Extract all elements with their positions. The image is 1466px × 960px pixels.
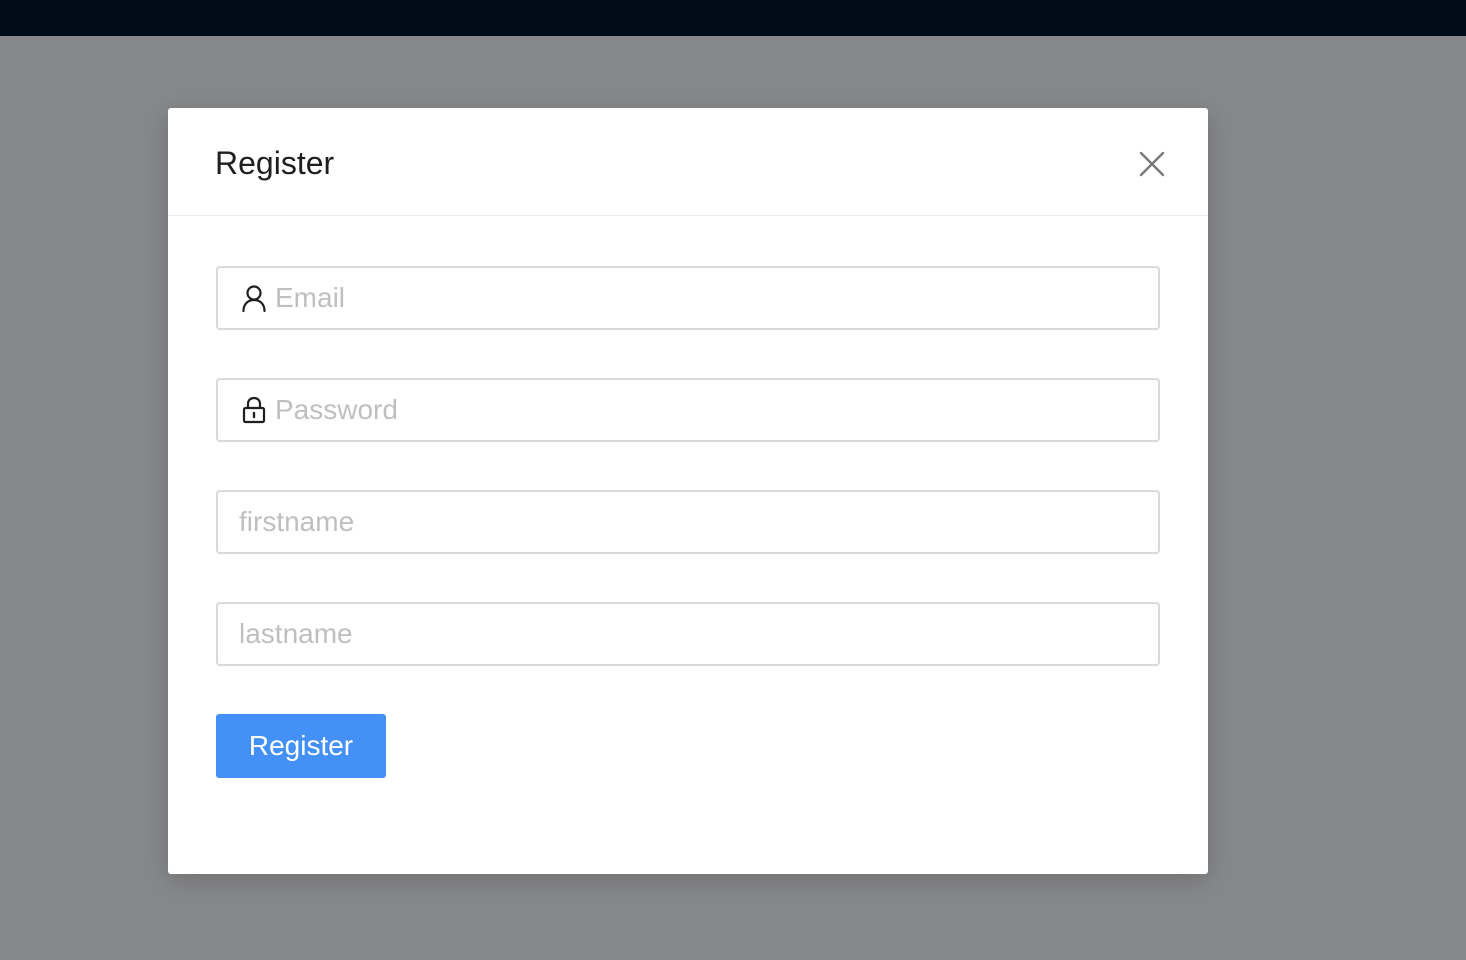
password-field xyxy=(216,378,1160,442)
lock-icon xyxy=(240,396,268,424)
lastname-input[interactable] xyxy=(239,604,1158,664)
email-input[interactable] xyxy=(275,268,1158,328)
modal-title: Register xyxy=(215,145,335,181)
password-input[interactable] xyxy=(275,380,1158,440)
email-field xyxy=(216,266,1160,330)
top-navigation-bar xyxy=(0,0,1466,36)
lastname-field xyxy=(216,602,1160,666)
firstname-field xyxy=(216,490,1160,554)
register-button[interactable]: Register xyxy=(216,714,386,778)
register-modal: Register Register xyxy=(168,108,1208,874)
close-button[interactable] xyxy=(1134,144,1170,184)
modal-header: Register xyxy=(168,108,1208,216)
user-icon xyxy=(240,284,268,312)
close-icon xyxy=(1139,151,1165,177)
firstname-input[interactable] xyxy=(239,492,1158,552)
